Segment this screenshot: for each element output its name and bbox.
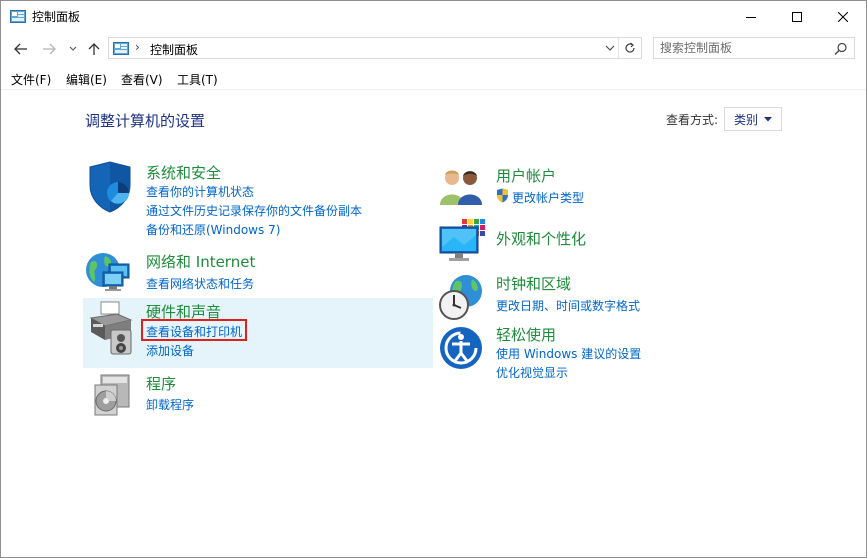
forward-button[interactable] — [39, 38, 59, 60]
link-windows-recommended-settings[interactable]: 使用 Windows 建议的设置 — [496, 345, 641, 362]
search-input[interactable] — [660, 40, 825, 56]
control-panel-icon — [10, 9, 26, 23]
link-add-device[interactable]: 添加设备 — [146, 342, 194, 359]
link-backup-restore[interactable]: 备份和还原(Windows 7) — [146, 221, 280, 238]
uac-shield-icon — [496, 188, 509, 207]
link-change-date-time-format[interactable]: 更改日期、时间或数字格式 — [496, 297, 640, 314]
category-network-internet[interactable]: 网络和 Internet — [146, 251, 255, 272]
maximize-button[interactable] — [774, 1, 820, 32]
close-button[interactable] — [820, 1, 866, 32]
users-icon[interactable] — [438, 167, 486, 211]
arrow-right-icon — [43, 43, 56, 55]
control-panel-window: 控制面板 › 控制面板 搜索控制面板 文件(F) 编辑(E) 查看(V) 工具(… — [0, 0, 867, 558]
refresh-icon — [625, 42, 635, 53]
clock-globe-icon[interactable] — [438, 273, 486, 325]
refresh-button[interactable] — [618, 38, 641, 58]
arrow-left-icon — [14, 43, 27, 55]
link-network-status[interactable]: 查看网络状态和任务 — [146, 275, 254, 292]
menu-tools[interactable]: 工具(T) — [177, 71, 218, 88]
menu-file[interactable]: 文件(F) — [11, 71, 51, 88]
address-dropdown-button[interactable] — [605, 40, 615, 59]
search-icon[interactable] — [834, 41, 848, 60]
minimize-button[interactable] — [728, 1, 774, 32]
link-view-computer-status[interactable]: 查看你的计算机状态 — [146, 183, 254, 200]
hardware-sound-hover-highlight — [83, 298, 433, 368]
search-box[interactable] — [653, 37, 855, 59]
title-bar: 控制面板 — [1, 1, 866, 32]
appearance-monitor-icon[interactable] — [438, 217, 486, 269]
breadcrumb[interactable]: 控制面板 — [150, 41, 198, 58]
category-appearance-personalization[interactable]: 外观和个性化 — [496, 228, 586, 249]
category-clock-region[interactable]: 时钟和区域 — [496, 273, 571, 294]
view-by-dropdown[interactable]: 类别 — [724, 107, 782, 131]
shield-icon[interactable] — [87, 161, 133, 217]
link-optimize-visual-display[interactable]: 优化视觉显示 — [496, 364, 568, 381]
annotation-highlight-box — [141, 319, 247, 341]
recent-locations-button[interactable] — [67, 38, 79, 60]
menu-bar: 文件(F) 编辑(E) 查看(V) 工具(T) — [1, 69, 866, 90]
address-bar[interactable]: › 控制面板 — [108, 37, 642, 59]
menu-view[interactable]: 查看(V) — [121, 71, 163, 88]
link-uninstall-program[interactable]: 卸载程序 — [146, 396, 194, 413]
back-button[interactable] — [11, 38, 31, 60]
ease-of-access-icon[interactable] — [438, 325, 484, 375]
category-user-accounts[interactable]: 用户帐户 — [496, 165, 556, 186]
link-file-history-backup[interactable]: 通过文件历史记录保存你的文件备份副本 — [146, 202, 362, 219]
view-by-value: 类别 — [733, 112, 758, 127]
view-by-label: 查看方式: — [666, 113, 719, 127]
chevron-down-icon — [69, 46, 77, 51]
up-button[interactable] — [85, 38, 103, 60]
caret-down-icon — [764, 116, 772, 121]
programs-disc-icon[interactable] — [91, 373, 133, 421]
control-panel-icon — [113, 41, 129, 60]
close-icon — [838, 11, 848, 22]
printer-speaker-icon[interactable] — [87, 300, 135, 360]
minimize-icon — [746, 16, 756, 18]
category-programs[interactable]: 程序 — [146, 373, 176, 394]
maximize-icon — [792, 11, 802, 22]
category-ease-of-access[interactable]: 轻松使用 — [496, 324, 556, 345]
chevron-down-icon — [605, 45, 615, 51]
arrow-up-icon — [88, 43, 100, 55]
network-globe-icon[interactable] — [85, 248, 133, 300]
page-title: 调整计算机的设置 — [85, 112, 206, 130]
link-change-account-type[interactable]: 更改帐户类型 — [512, 189, 584, 206]
breadcrumb-separator-icon[interactable]: › — [135, 40, 140, 54]
menu-edit[interactable]: 编辑(E) — [66, 71, 107, 88]
category-system-security[interactable]: 系统和安全 — [146, 162, 221, 183]
window-title: 控制面板 — [32, 10, 81, 24]
